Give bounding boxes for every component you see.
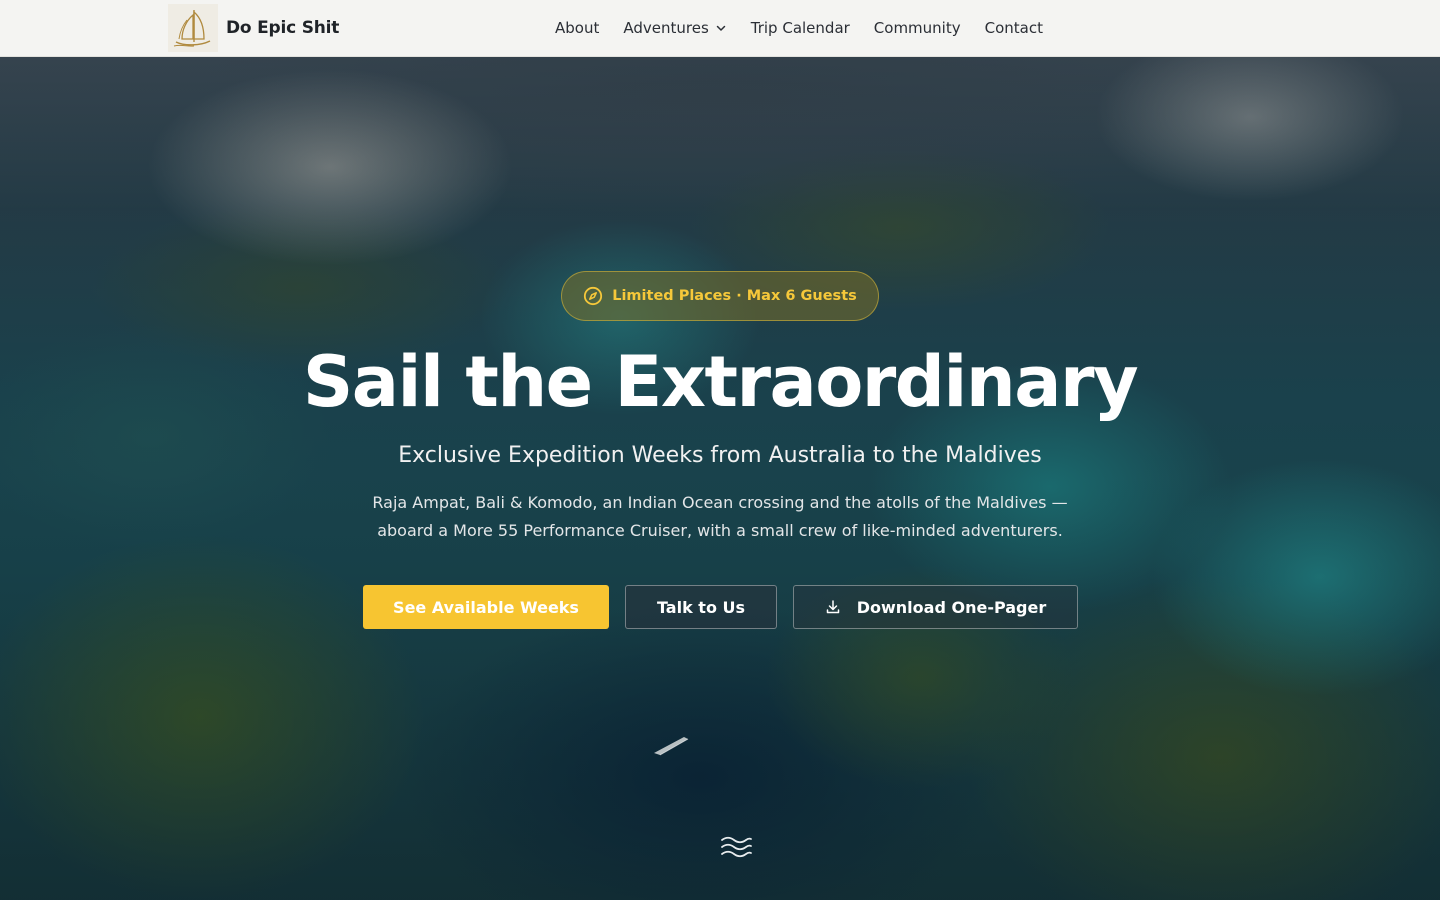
nav-contact[interactable]: Contact: [985, 19, 1043, 37]
hero-subtitle: Exclusive Expedition Weeks from Australi…: [398, 443, 1042, 468]
chevron-down-icon: [716, 25, 726, 31]
limited-places-badge: Limited Places · Max 6 Guests: [561, 271, 879, 321]
nav-trip-calendar-label: Trip Calendar: [750, 19, 850, 37]
see-available-weeks-button[interactable]: See Available Weeks: [363, 585, 609, 629]
hero-section: Limited Places · Max 6 Guests Sail the E…: [0, 57, 1440, 900]
brand-name: Do Epic Shit: [226, 18, 340, 38]
hero-description: Raja Ampat, Bali & Komodo, an Indian Oce…: [320, 489, 1120, 545]
hero-description-line-1: Raja Ampat, Bali & Komodo, an Indian Oce…: [372, 493, 1068, 512]
nav-about[interactable]: About: [555, 19, 599, 37]
badge-text: Limited Places · Max 6 Guests: [612, 288, 857, 304]
nav-trip-calendar[interactable]: Trip Calendar: [751, 19, 850, 37]
talk-to-us-button[interactable]: Talk to Us: [625, 585, 777, 629]
nav-adventures-label: Adventures: [623, 19, 709, 37]
top-nav: Do Epic Shit About Adventures Trip Calen…: [0, 0, 1440, 57]
waves-icon[interactable]: [720, 835, 752, 861]
hero-description-line-2: aboard a More 55 Performance Cruiser, wi…: [377, 521, 1063, 540]
nav-adventures[interactable]: Adventures: [623, 19, 726, 37]
download-one-pager-button[interactable]: Download One-Pager: [793, 585, 1078, 629]
talk-to-us-label: Talk to Us: [656, 597, 746, 617]
brand-link[interactable]: Do Epic Shit: [168, 4, 339, 52]
nav-community-label: Community: [873, 19, 961, 37]
nav-community[interactable]: Community: [874, 19, 961, 37]
download-one-pager-label: Download One-Pager: [856, 597, 1047, 617]
nav-about-label: About: [555, 19, 600, 37]
sailboat-logo-icon: [168, 4, 218, 52]
hero-title: Sail the Extraordinary: [302, 341, 1139, 423]
see-available-weeks-label: See Available Weeks: [393, 597, 579, 617]
compass-icon: [584, 286, 603, 306]
main-menu: About Adventures Trip Calendar Community…: [555, 0, 1043, 56]
nav-contact-label: Contact: [984, 19, 1043, 37]
download-icon: [826, 600, 839, 614]
